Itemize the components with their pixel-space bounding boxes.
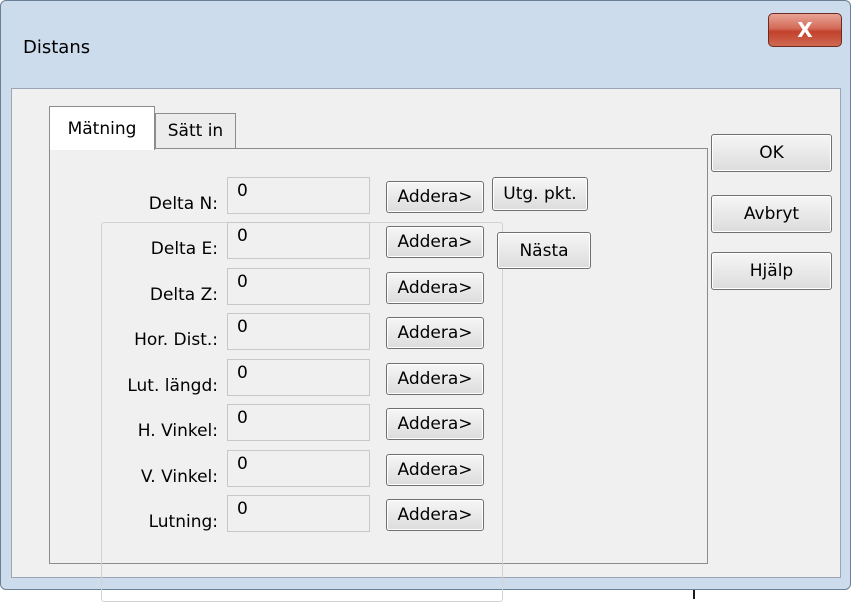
add-delta-z-button[interactable]: Addera> [386, 272, 484, 304]
title-bar[interactable]: Distans X [1, 1, 850, 87]
help-button[interactable]: Hjälp [711, 252, 832, 290]
delta-z-label: Delta Z: [149, 285, 218, 305]
lut-langd-label: Lut. längd: [127, 376, 218, 396]
delta-n-label: Delta N: [148, 194, 218, 214]
close-icon: X [797, 18, 813, 42]
tab-label: Mätning [67, 118, 137, 139]
delta-e-label: Delta E: [150, 239, 218, 259]
tab-satt-in[interactable]: Sätt in [155, 113, 236, 148]
tab-matning[interactable]: Mätning [49, 106, 155, 150]
utg-pkt-button[interactable]: Utg. pkt. [492, 177, 588, 211]
window-title: Distans [23, 37, 91, 58]
add-hor-dist-button[interactable]: Addera> [386, 317, 484, 349]
lut-langd-field[interactable]: 0 [227, 359, 370, 396]
ok-button[interactable]: OK [711, 134, 832, 172]
add-lut-langd-button[interactable]: Addera> [386, 363, 484, 395]
v-vinkel-label: V. Vinkel: [140, 467, 218, 487]
add-delta-e-button[interactable]: Addera> [386, 226, 484, 258]
lutning-field[interactable]: 0 [227, 495, 370, 532]
add-v-vinkel-button[interactable]: Addera> [386, 454, 484, 486]
h-vinkel-field[interactable]: 0 [227, 404, 370, 441]
add-delta-n-button[interactable]: Addera> [386, 181, 484, 213]
v-vinkel-field[interactable]: 0 [227, 450, 370, 487]
close-button[interactable]: X [768, 13, 842, 47]
add-lutning-button[interactable]: Addera> [386, 499, 484, 531]
hor-dist-field[interactable]: 0 [227, 313, 370, 350]
tab-panel: Delta N: 0 Addera> Delta E: 0 Addera> De… [49, 148, 708, 602]
lutning-label: Lutning: [148, 512, 218, 532]
hor-dist-label: Hor. Dist.: [134, 330, 218, 350]
h-vinkel-label: H. Vinkel: [137, 421, 218, 441]
delta-n-field[interactable]: 0 [227, 177, 370, 214]
delta-e-field[interactable]: 0 [227, 222, 370, 259]
dialog-window: Distans X Mätning Sätt in Delta N: 0 Add… [0, 0, 851, 602]
client-area: Mätning Sätt in Delta N: 0 Addera> Delta… [11, 88, 841, 602]
tab-label: Sätt in [167, 121, 224, 141]
cancel-button[interactable]: Avbryt [711, 195, 832, 233]
nasta-button[interactable]: Nästa [497, 232, 591, 269]
add-h-vinkel-button[interactable]: Addera> [386, 408, 484, 440]
delta-z-field[interactable]: 0 [227, 268, 370, 305]
